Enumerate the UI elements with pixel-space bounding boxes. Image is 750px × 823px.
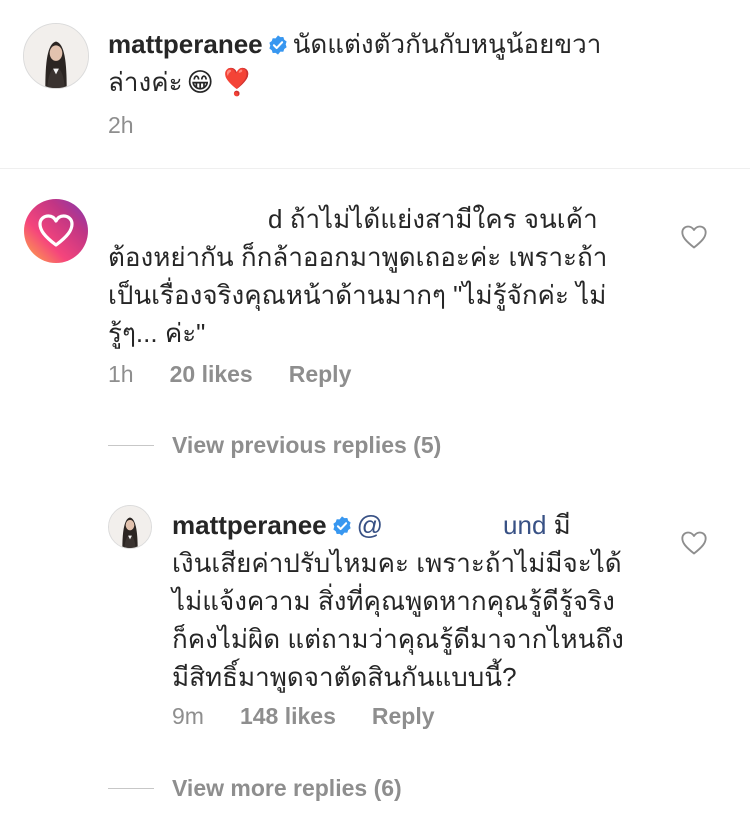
verified-badge-icon <box>269 35 287 55</box>
view-more-replies[interactable]: View more replies (6) <box>108 775 402 802</box>
redacted-mention <box>383 515 504 540</box>
reply-line3: ไม่แจ้งความ สิ่งที่คุณพูดหากคุณรู้ดีรู้จ… <box>172 586 615 616</box>
comment-line1: ถ้าไม่ได้แย่งสามีใคร จนเค้า <box>289 204 598 234</box>
reply-text: mattperanee @ und มี เงินเสียค่าปรับไหมคะ … <box>172 506 662 696</box>
reply-username[interactable]: mattperanee <box>172 510 327 540</box>
caption-text: mattperanee นัดแต่งตัวกันกับหนูน้อยขวา ล่… <box>108 25 708 101</box>
view-previous-label[interactable]: View previous replies (5) <box>172 432 441 459</box>
mention-start: @ <box>356 510 384 540</box>
comment-text: d ถ้าไม่ได้แย่งสามีใคร จนเค้า ต้องหย่ากั… <box>108 200 668 352</box>
profile-photo-icon <box>109 506 151 548</box>
caption-line2: ล่างค่ะ <box>108 67 183 97</box>
reply-likes[interactable]: 148 likes <box>240 703 336 730</box>
comment-username-fragment[interactable]: d <box>268 204 282 234</box>
caption-divider <box>0 168 750 169</box>
comment-avatar[interactable] <box>24 199 88 263</box>
comment-line2: ต้องหย่ากัน ก็กล้าออกมาพูดเถอะค่ะ เพราะถ… <box>108 242 608 272</box>
verified-badge-icon <box>333 516 351 536</box>
comment-time: 1h <box>108 361 134 387</box>
reply-reply-button[interactable]: Reply <box>372 703 435 730</box>
view-previous-replies[interactable]: View previous replies (5) <box>108 432 441 459</box>
profile-photo-icon <box>24 24 88 88</box>
instagram-heart-avatar-icon <box>24 199 88 263</box>
reply-line1-tail: มี <box>553 510 571 540</box>
caption-avatar[interactable] <box>23 23 89 89</box>
reply-meta: 9m 148 likes Reply <box>172 703 435 730</box>
comment-line4: รู้ๆ... ค่ะ" <box>108 318 206 348</box>
reply-avatar[interactable] <box>108 505 152 549</box>
caption-meta: 2h <box>108 112 134 139</box>
caption-line1: นัดแต่งตัวกันกับหนูน้อยขวา <box>292 29 602 59</box>
comment-reply-button[interactable]: Reply <box>289 361 352 388</box>
mention-end: und <box>503 510 547 540</box>
caption-username[interactable]: mattperanee <box>108 29 263 59</box>
reply-line5: มีสิทธิ์มาพูดจาตัดสินกันแบบนี้? <box>172 662 517 692</box>
like-heart-icon[interactable] <box>680 224 708 250</box>
reply-time: 9m <box>172 703 204 729</box>
like-heart-icon[interactable] <box>680 530 708 556</box>
view-more-label[interactable]: View more replies (6) <box>172 775 402 802</box>
caption-time: 2h <box>108 112 134 138</box>
caption-emoji: 😁 ❣️ <box>186 67 254 97</box>
comment-likes[interactable]: 20 likes <box>170 361 253 388</box>
thread-line <box>108 788 154 789</box>
reply-mention[interactable]: @ und <box>357 510 547 540</box>
comment-meta: 1h 20 likes Reply <box>108 361 351 388</box>
reply-line2: เงินเสียค่าปรับไหมคะ เพราะถ้าไม่มีจะได้ <box>172 548 622 578</box>
thread-line <box>108 445 154 446</box>
comment-line3: เป็นเรื่องจริงคุณหน้าด้านมากๆ "ไม่รู้จัก… <box>108 280 607 310</box>
redacted-username <box>108 209 268 234</box>
reply-line4: ก็คงไม่ผิด แต่ถามว่าคุณรู้ดีมาจากไหนถึง <box>172 624 624 654</box>
